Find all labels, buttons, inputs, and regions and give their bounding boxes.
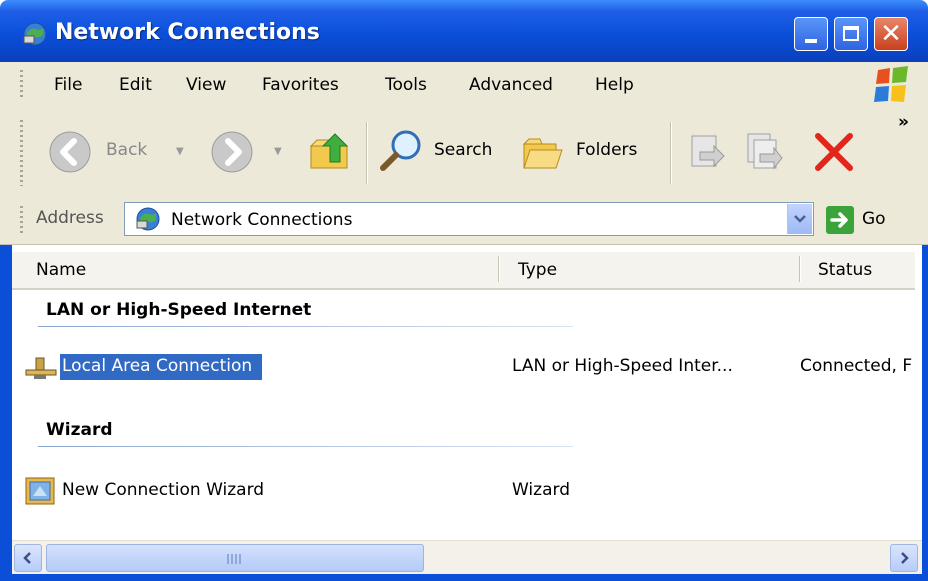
scroll-thumb[interactable] [46, 544, 424, 572]
item-status: Connected, F [800, 356, 912, 376]
network-connections-icon [23, 22, 47, 46]
go-button[interactable] [826, 206, 854, 234]
forward-arrow-icon [211, 131, 253, 173]
window-frame-bottom [0, 574, 928, 581]
scroll-thumb-grip [227, 554, 243, 564]
close-button[interactable]: ✕ [874, 17, 908, 51]
menu-bar: File Edit View Favorites Tools Advanced … [0, 62, 928, 109]
close-icon: ✕ [880, 19, 902, 49]
network-connections-window: Network Connections ✕ File Edit View Fav… [0, 0, 928, 581]
chevron-right-icon [901, 552, 909, 564]
search-icon [380, 130, 421, 171]
maximize-icon [843, 26, 859, 41]
address-dropdown-button[interactable] [787, 204, 812, 234]
back-dropdown-icon: ▼ [176, 146, 184, 157]
go-arrow-icon [830, 212, 848, 228]
network-connections-icon [136, 207, 160, 231]
address-bar: Address Network Connections Go [0, 196, 928, 245]
folders-button[interactable]: Folders [520, 128, 656, 176]
lan-connection-icon [25, 357, 57, 379]
list-header: Name Type Status [12, 252, 915, 290]
delete-icon[interactable] [812, 130, 856, 174]
scroll-left-button[interactable] [14, 544, 42, 572]
up-folder-icon[interactable] [307, 128, 353, 174]
menu-file[interactable]: File [54, 75, 82, 95]
menu-help[interactable]: Help [595, 75, 634, 95]
title-bar[interactable]: Network Connections ✕ [0, 0, 928, 62]
toolbar-separator [670, 122, 672, 184]
minimize-button[interactable] [794, 17, 828, 51]
search-button[interactable]: Search [378, 128, 506, 176]
search-label: Search [434, 140, 493, 160]
group-divider [38, 446, 573, 447]
chevron-left-icon [23, 552, 31, 564]
address-label: Address [36, 208, 104, 228]
address-input[interactable]: Network Connections [124, 202, 814, 236]
back-label: Back [106, 140, 148, 160]
item-name: New Connection Wizard [62, 480, 265, 500]
address-grip[interactable] [20, 206, 23, 234]
folders-icon [522, 138, 563, 169]
menu-advanced[interactable]: Advanced [469, 75, 553, 95]
menu-favorites[interactable]: Favorites [262, 75, 339, 95]
column-divider[interactable] [498, 256, 500, 282]
copy-to-icon[interactable] [744, 132, 784, 172]
move-to-icon[interactable] [686, 132, 726, 172]
toolbar-separator [366, 122, 368, 184]
item-type: Wizard [512, 480, 570, 500]
forward-dropdown-icon: ▼ [274, 146, 282, 157]
column-header-status[interactable]: Status [818, 260, 872, 280]
menu-tools[interactable]: Tools [385, 75, 427, 95]
menubar-grip[interactable] [20, 70, 23, 100]
back-button[interactable]: Back ▼ [48, 128, 200, 176]
standard-toolbar: Back ▼ ▼ Search Folders » [0, 108, 928, 197]
menu-edit[interactable]: Edit [119, 75, 152, 95]
wizard-icon [25, 477, 55, 505]
back-arrow-icon [49, 131, 91, 173]
window-title: Network Connections [55, 20, 320, 45]
group-divider [38, 326, 573, 327]
forward-button[interactable]: ▼ [210, 128, 290, 176]
list-item[interactable]: Local Area Connection LAN or High-Speed … [24, 352, 914, 384]
menu-view[interactable]: View [186, 75, 226, 95]
minimize-icon [805, 39, 817, 43]
list-item[interactable]: New Connection Wizard Wizard [24, 476, 914, 508]
folders-label: Folders [576, 140, 638, 160]
maximize-button[interactable] [834, 17, 868, 51]
address-value: Network Connections [171, 210, 353, 230]
toolbar-grip[interactable] [20, 120, 23, 186]
group-title-wizard: Wizard [46, 420, 113, 440]
column-header-type[interactable]: Type [518, 260, 557, 280]
column-divider[interactable] [799, 256, 801, 282]
group-title-lan: LAN or High-Speed Internet [46, 300, 312, 320]
windows-logo-icon [874, 66, 908, 102]
item-type: LAN or High-Speed Inter... [512, 356, 733, 376]
horizontal-scrollbar[interactable] [12, 540, 922, 575]
item-name: Local Area Connection [60, 354, 263, 380]
chevron-down-icon [794, 215, 806, 223]
toolbar-overflow-button[interactable]: » [898, 112, 909, 132]
scroll-right-button[interactable] [890, 544, 918, 572]
go-label[interactable]: Go [862, 209, 886, 229]
column-header-name[interactable]: Name [36, 260, 86, 280]
